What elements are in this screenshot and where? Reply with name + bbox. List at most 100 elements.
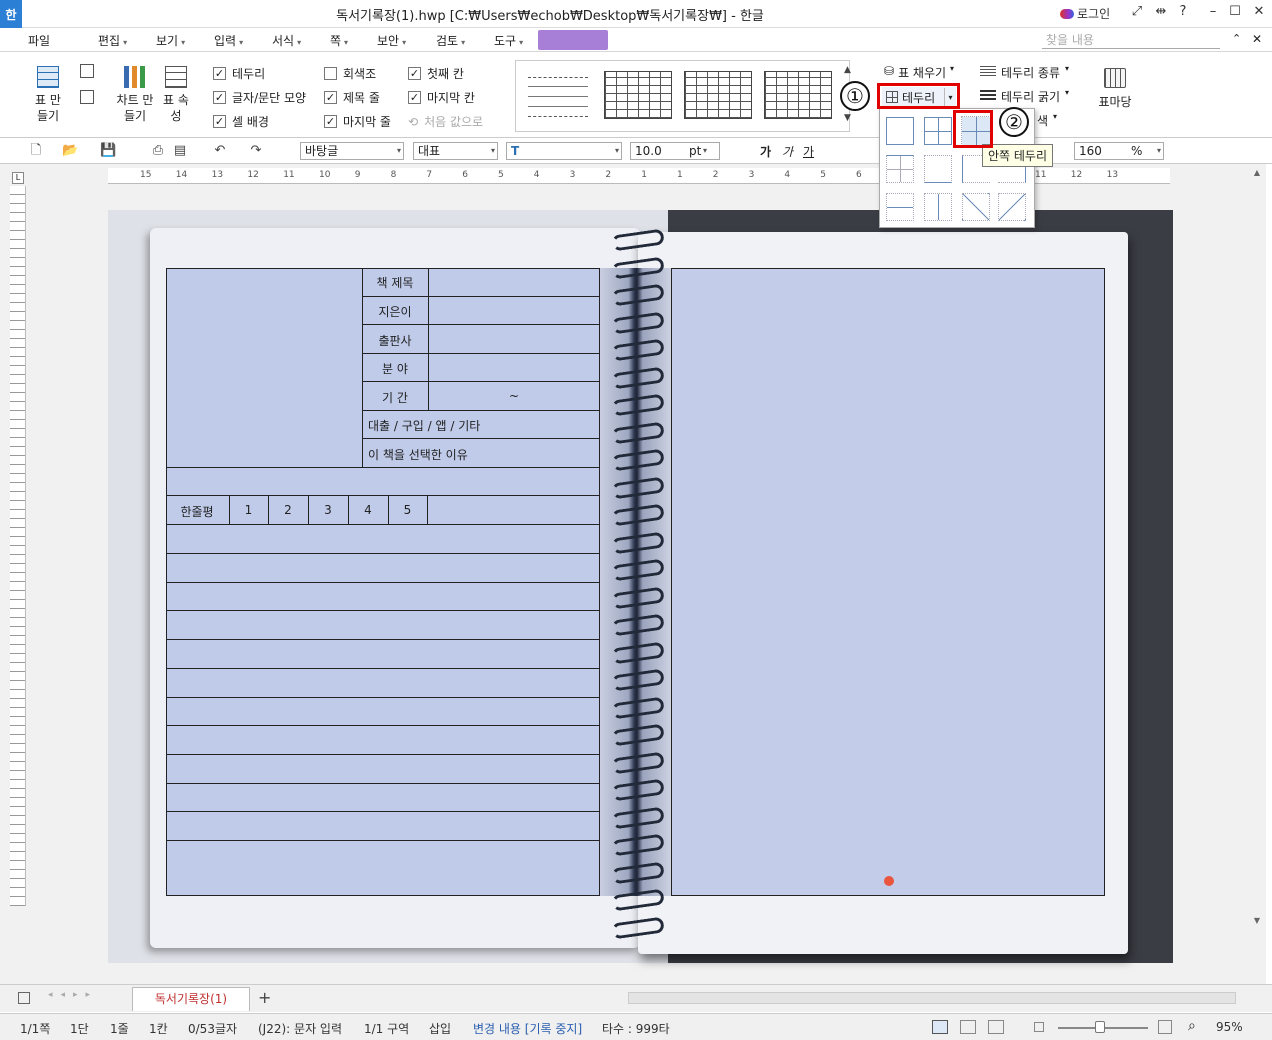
ruler-corner-icon[interactable]: L bbox=[12, 172, 24, 184]
menu-file[interactable]: 파일 bbox=[28, 32, 50, 49]
minimize-button[interactable]: – bbox=[1202, 4, 1224, 22]
reset-default-button[interactable]: ⟲ 처음 값으로 bbox=[408, 113, 483, 130]
tab-nav-arrows[interactable]: ◂◂▸▸ bbox=[48, 990, 98, 1000]
print-icon[interactable]: ⎙ bbox=[150, 143, 166, 159]
redo-icon[interactable]: ↷ bbox=[248, 143, 264, 159]
table-create-button[interactable]: 표 만들기 bbox=[30, 66, 66, 124]
menu-insert[interactable]: 입력 ▾ bbox=[214, 32, 243, 49]
maximize-button[interactable]: ☐ bbox=[1224, 4, 1246, 22]
checkbox[interactable]: ✓ bbox=[408, 91, 421, 104]
menu-format[interactable]: 서식 ▾ bbox=[272, 32, 301, 49]
style-thumb-3[interactable] bbox=[684, 71, 752, 119]
page-icon[interactable] bbox=[18, 992, 30, 1004]
help-icon[interactable]: ? bbox=[1172, 4, 1194, 22]
menu-page[interactable]: 쪽 ▾ bbox=[330, 32, 348, 49]
scroll-down-icon[interactable]: ▼ bbox=[1251, 916, 1263, 926]
checkbox[interactable]: ✓ bbox=[408, 67, 421, 80]
zoom-in-icon[interactable] bbox=[1158, 1020, 1172, 1034]
style-thumb-1[interactable] bbox=[528, 77, 588, 117]
italic-button[interactable]: 가 bbox=[782, 143, 793, 160]
checkbox[interactable]: ✓ bbox=[213, 91, 226, 104]
open-folder-icon[interactable]: 📂 bbox=[62, 143, 78, 159]
new-doc-icon[interactable]: 🗋 bbox=[28, 143, 44, 159]
check-cell-bg[interactable]: ✓ 셀 배경 bbox=[213, 113, 269, 130]
status-page[interactable]: 1/1쪽 bbox=[20, 1020, 50, 1037]
check-grayscale[interactable]: 회색조 bbox=[324, 65, 376, 82]
menu-security[interactable]: 보안 ▾ bbox=[377, 32, 406, 49]
border-inside-horizontal-icon[interactable] bbox=[886, 193, 914, 221]
table-erase-icon[interactable] bbox=[80, 90, 94, 104]
rating-4[interactable]: 4 bbox=[348, 503, 388, 517]
zoom-select[interactable]: 160% ▾ bbox=[1074, 142, 1164, 160]
border-diagonal-up-icon[interactable] bbox=[998, 193, 1026, 221]
chevron-up-icon[interactable]: ⌃ bbox=[1232, 32, 1241, 45]
scroll-up-icon[interactable]: ▲ bbox=[1251, 168, 1263, 178]
gallery-down-icon[interactable]: ▼ bbox=[844, 113, 851, 123]
notes-table[interactable] bbox=[671, 268, 1105, 896]
menu-edit[interactable]: 편집 ▾ bbox=[98, 32, 127, 49]
rating-2[interactable]: 2 bbox=[268, 503, 308, 517]
zoom-slider-handle[interactable] bbox=[1095, 1021, 1105, 1033]
border-color-button[interactable]: 색 ▾ bbox=[1037, 112, 1057, 129]
border-bottom-icon[interactable] bbox=[924, 155, 952, 183]
split-icon[interactable]: ⇹ bbox=[1150, 4, 1172, 22]
vertical-scrollbar[interactable]: ▲ ▼ bbox=[1248, 164, 1266, 984]
table-context-tab[interactable] bbox=[538, 30, 608, 50]
check-last-col[interactable]: ✓ 마지막 칸 bbox=[408, 89, 475, 106]
border-top-icon[interactable] bbox=[886, 155, 914, 183]
menu-review[interactable]: 검토 ▾ bbox=[436, 32, 465, 49]
checkbox[interactable]: ✓ bbox=[213, 115, 226, 128]
search-input[interactable]: 찾을 내용 bbox=[1042, 31, 1220, 49]
undo-icon[interactable]: ↶ bbox=[212, 143, 228, 159]
tab-document[interactable]: 독서기록장(1) bbox=[132, 987, 250, 1011]
close-button[interactable]: ✕ bbox=[1248, 4, 1270, 22]
border-diagonal-down-icon[interactable] bbox=[962, 193, 990, 221]
checkbox[interactable] bbox=[324, 67, 337, 80]
check-first-col[interactable]: ✓ 첫째 칸 bbox=[408, 65, 464, 82]
checkbox[interactable]: ✓ bbox=[324, 115, 337, 128]
chart-create-button[interactable]: 차트 만들기 bbox=[116, 66, 154, 124]
table-mark-button[interactable]: 표마당 bbox=[1094, 68, 1136, 110]
table-props-button[interactable]: 표 속성 bbox=[158, 66, 194, 124]
rating-1[interactable]: 1 bbox=[229, 503, 268, 517]
border-all-icon[interactable] bbox=[924, 117, 952, 145]
check-title-row[interactable]: ✓ 제목 줄 bbox=[324, 89, 380, 106]
check-char-para[interactable]: ✓ 글자/문단 모양 bbox=[213, 89, 306, 106]
rating-3[interactable]: 3 bbox=[308, 503, 348, 517]
checkbox[interactable]: ✓ bbox=[213, 67, 226, 80]
zoom-out-icon[interactable] bbox=[1034, 1022, 1044, 1032]
table-style-gallery[interactable]: ▲ ▼ bbox=[515, 60, 851, 132]
horizontal-scrollbar[interactable] bbox=[628, 992, 1236, 1004]
status-track-changes[interactable]: 변경 내용 [기록 중지] bbox=[473, 1020, 582, 1037]
underline-button[interactable]: 가 bbox=[803, 143, 814, 160]
style-thumb-4[interactable] bbox=[764, 71, 832, 119]
save-icon[interactable]: 💾 bbox=[100, 143, 116, 159]
check-border[interactable]: ✓ 테두리 bbox=[213, 65, 265, 82]
table-draw-icon[interactable] bbox=[80, 64, 94, 78]
border-inside-vertical-icon[interactable] bbox=[924, 193, 952, 221]
view-page-icon[interactable] bbox=[988, 1020, 1004, 1034]
menu-tools[interactable]: 도구 ▾ bbox=[494, 32, 523, 49]
border-type-button[interactable]: 테두리 종류 ▾ bbox=[980, 64, 1069, 81]
border-outside-icon[interactable] bbox=[886, 117, 914, 145]
close-search-icon[interactable]: ✕ bbox=[1252, 32, 1262, 46]
vertical-ruler[interactable] bbox=[10, 186, 26, 906]
checkbox[interactable]: ✓ bbox=[324, 91, 337, 104]
fill-button[interactable]: ⛁ 표 채우기 ▾ bbox=[884, 64, 954, 81]
preview-icon[interactable]: ▤ bbox=[172, 143, 188, 159]
login-button[interactable]: 로그인 bbox=[1060, 5, 1110, 22]
style-select[interactable]: 바탕글 ▾ bbox=[300, 142, 404, 160]
fullscreen-icon[interactable]: ⤢ bbox=[1126, 4, 1148, 22]
view-width-icon[interactable] bbox=[960, 1020, 976, 1034]
rating-5[interactable]: 5 bbox=[388, 503, 427, 517]
gallery-up-icon[interactable]: ▲ bbox=[844, 65, 851, 75]
border-width-button[interactable]: 테두리 굵기 ▾ bbox=[980, 88, 1069, 105]
add-tab-button[interactable]: + bbox=[258, 988, 271, 1007]
view-normal-icon[interactable] bbox=[932, 1020, 948, 1034]
menu-view[interactable]: 보기 ▾ bbox=[156, 32, 185, 49]
magnifier-icon[interactable]: ⌕ bbox=[1188, 1018, 1196, 1034]
style-thumb-2[interactable] bbox=[604, 71, 672, 119]
font-select[interactable]: T ▾ bbox=[506, 142, 622, 160]
font-group-select[interactable]: 대표 ▾ bbox=[413, 142, 498, 160]
status-insert[interactable]: 삽입 bbox=[429, 1020, 451, 1037]
